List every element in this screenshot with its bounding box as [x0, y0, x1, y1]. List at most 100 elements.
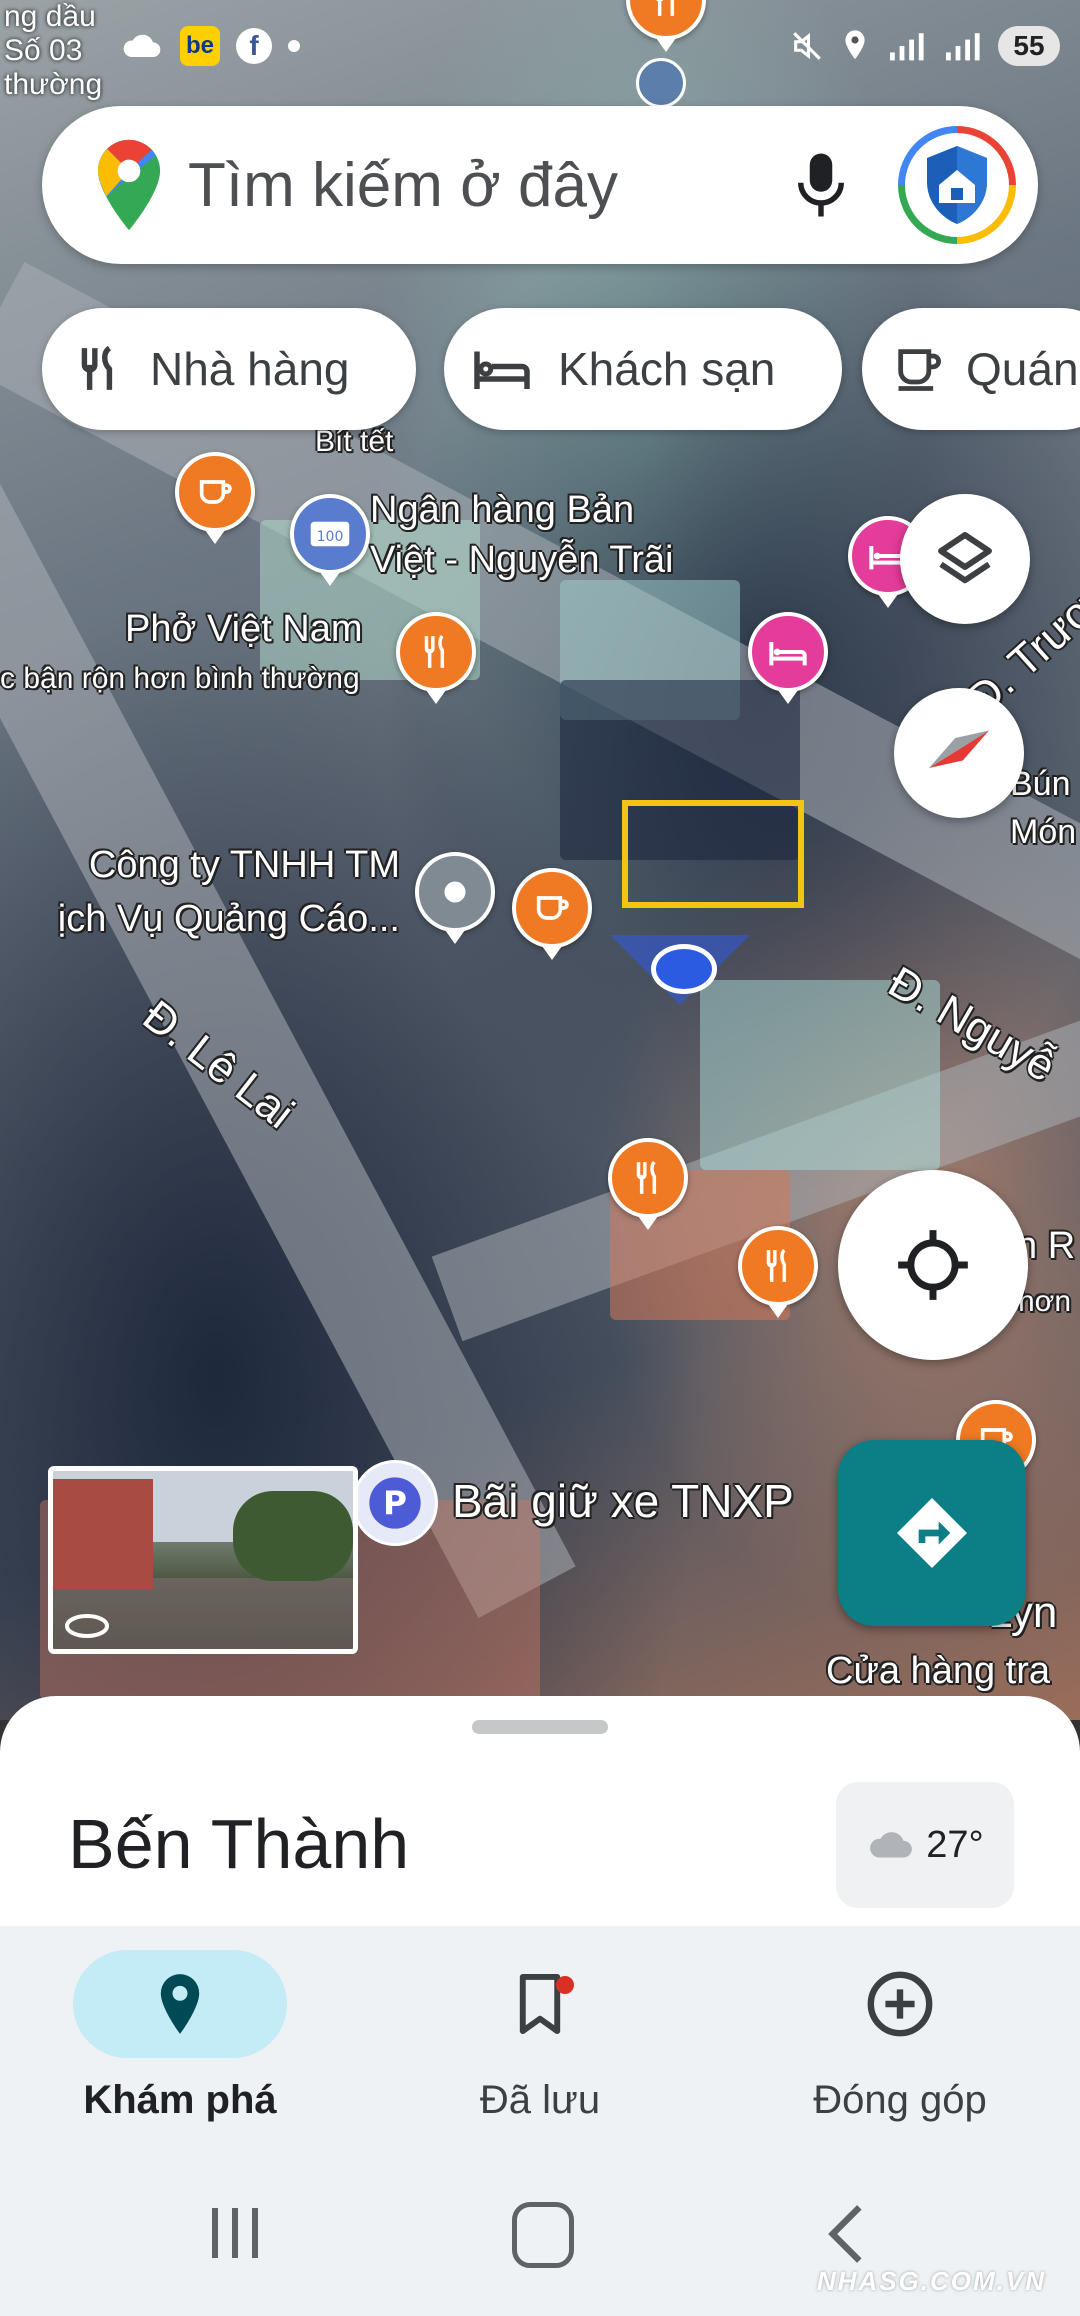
cloud-icon: [870, 1832, 913, 1858]
tab-contribute-icon-wrap: [865, 1950, 935, 2058]
map-label-company-line2: ịch Vụ Quảng Cáo...: [57, 898, 400, 940]
search-input[interactable]: Tìm kiếm ở đây: [188, 150, 794, 221]
map-label-pho[interactable]: Phở Việt Nam: [125, 608, 363, 651]
restaurant-pin-top[interactable]: [626, 0, 706, 52]
chip-cafes[interactable]: Quán: [862, 308, 1080, 430]
bank-pin[interactable]: 100: [290, 494, 370, 586]
map-label-bank[interactable]: Ngân hàng Bản Việt - Nguyễn Trãi: [370, 485, 673, 585]
facebook-icon: f: [236, 28, 272, 64]
hotel-pin[interactable]: [748, 612, 828, 704]
temperature-value: 27°: [926, 1823, 984, 1866]
directions-icon: [897, 1498, 967, 1568]
parking-icon: P: [369, 1477, 421, 1529]
notification-dot: [556, 1976, 574, 1994]
status-bar-left: ng dầu Số 03 thường: [4, 0, 102, 120]
watermark: NHASG.COM.VN: [816, 2266, 1046, 2296]
account-avatar[interactable]: [898, 126, 1016, 244]
bottom-sheet[interactable]: Bến Thành 27°: [0, 1696, 1080, 1926]
chip-restaurants-label: Nhà hàng: [150, 343, 350, 395]
fork-knife-icon: [656, 0, 675, 16]
status-icons-right: 55: [790, 18, 1060, 74]
place-dot-icon: [444, 881, 466, 903]
tab-explore-indicator: [73, 1950, 287, 2058]
tab-contribute-label: Đóng góp: [813, 2078, 987, 2122]
map-label-bit-tet[interactable]: Bít tết: [315, 425, 393, 459]
chip-hotels-label: Khách sạn: [558, 343, 776, 395]
chip-restaurants[interactable]: Nhà hàng: [42, 308, 416, 430]
restaurant-pin-3[interactable]: [738, 1226, 818, 1318]
tab-saved[interactable]: Đã lưu: [360, 1926, 720, 2123]
mute-icon: [793, 32, 821, 60]
svg-text:100: 100: [317, 529, 344, 545]
home-button[interactable]: [512, 2202, 574, 2268]
map-label-store[interactable]: Cửa hàng tra: [826, 1650, 1050, 1693]
map-label-right-hon: hơn: [1018, 1285, 1072, 1318]
bus-stop-icon[interactable]: [636, 58, 686, 108]
signal-icon-2: [946, 33, 980, 61]
map-label-company-line1: Công ty TNHH TM: [88, 844, 400, 886]
be-app-icon: be: [180, 26, 220, 66]
map-label-company[interactable]: Công ty TNHH TM ịch Vụ Quảng Cáo...: [0, 838, 400, 946]
street-view-thumbnail[interactable]: [48, 1466, 358, 1654]
bed-icon: [474, 351, 530, 389]
location-icon: [845, 30, 865, 60]
avatar-inner: [905, 133, 1009, 237]
directions-button[interactable]: [838, 1440, 1026, 1626]
crosshair-icon: [898, 1230, 968, 1300]
bottom-navigation: Khám phá Đã lưu Đóng góp NHASG.COM.VN: [0, 1926, 1080, 2316]
restaurant-pin-2[interactable]: [608, 1138, 688, 1230]
compass-button[interactable]: [894, 688, 1024, 818]
parking-badge[interactable]: P: [352, 1460, 438, 1546]
restaurant-pin[interactable]: [396, 612, 476, 704]
my-location-button[interactable]: [838, 1170, 1028, 1360]
fork-knife-icon: [766, 1248, 787, 1282]
status-icons-left: be f: [120, 18, 300, 74]
highlight-box: [622, 800, 804, 908]
chip-cafes-label: Quán: [966, 343, 1079, 395]
map-label-bun-line2: Món: [1010, 813, 1077, 851]
company-pin[interactable]: [415, 852, 495, 944]
coffee-cup-icon: [199, 480, 232, 504]
signal-icon: [890, 33, 924, 61]
recent-bar-3: [252, 2208, 258, 2258]
bed-icon: [769, 642, 807, 666]
microphone-icon[interactable]: [794, 150, 848, 220]
tab-explore[interactable]: Khám phá: [0, 1926, 360, 2123]
tab-explore-label: Khám phá: [83, 2078, 277, 2122]
fork-knife-icon: [81, 345, 113, 390]
recent-bar-1: [212, 2208, 218, 2258]
my-location-dot[interactable]: [651, 944, 717, 994]
map-label-busy-note: c bận rộn hơn bình thường: [0, 662, 360, 695]
map-label-bank-line1: Ngân hàng Bản: [370, 489, 635, 531]
recent-apps-button[interactable]: [212, 2208, 258, 2258]
weather-badge[interactable]: 27°: [836, 1782, 1014, 1908]
tab-contribute[interactable]: Đóng góp: [720, 1926, 1080, 2123]
rotate-360-icon: [65, 1614, 109, 1638]
search-bar[interactable]: Tìm kiếm ở đây: [42, 106, 1038, 264]
map-label-parking[interactable]: Bãi giữ xe TNXP: [452, 1474, 794, 1528]
fork-knife-icon: [636, 1160, 657, 1194]
compass-icon: [929, 730, 989, 768]
tab-saved-icon-wrap: [514, 1950, 574, 2058]
dot-icon: [288, 40, 300, 52]
drag-handle[interactable]: [472, 1720, 608, 1734]
cloud-icon: [123, 34, 161, 57]
tab-saved-label: Đã lưu: [479, 2078, 601, 2122]
location-pin-icon: [160, 1974, 200, 2034]
cafe-pin-2[interactable]: [512, 868, 592, 960]
street-view-buildings: [53, 1479, 153, 1589]
battery-indicator: 55: [998, 26, 1060, 66]
place-title: Bến Thành: [68, 1805, 410, 1883]
google-maps-logo-icon: [97, 139, 161, 231]
recent-bar-2: [232, 2208, 238, 2258]
svg-text:P: P: [383, 1485, 407, 1523]
back-button[interactable]: [826, 2202, 866, 2266]
layers-button[interactable]: [900, 494, 1030, 624]
fork-knife-icon: [424, 634, 445, 668]
layers-icon: [938, 532, 992, 584]
chip-hotels[interactable]: Khách sạn: [444, 308, 842, 430]
coffee-cup-icon: [898, 349, 941, 391]
coffee-cup-icon: [536, 896, 569, 920]
atm-icon: 100: [310, 521, 350, 547]
cafe-pin[interactable]: [175, 452, 255, 544]
